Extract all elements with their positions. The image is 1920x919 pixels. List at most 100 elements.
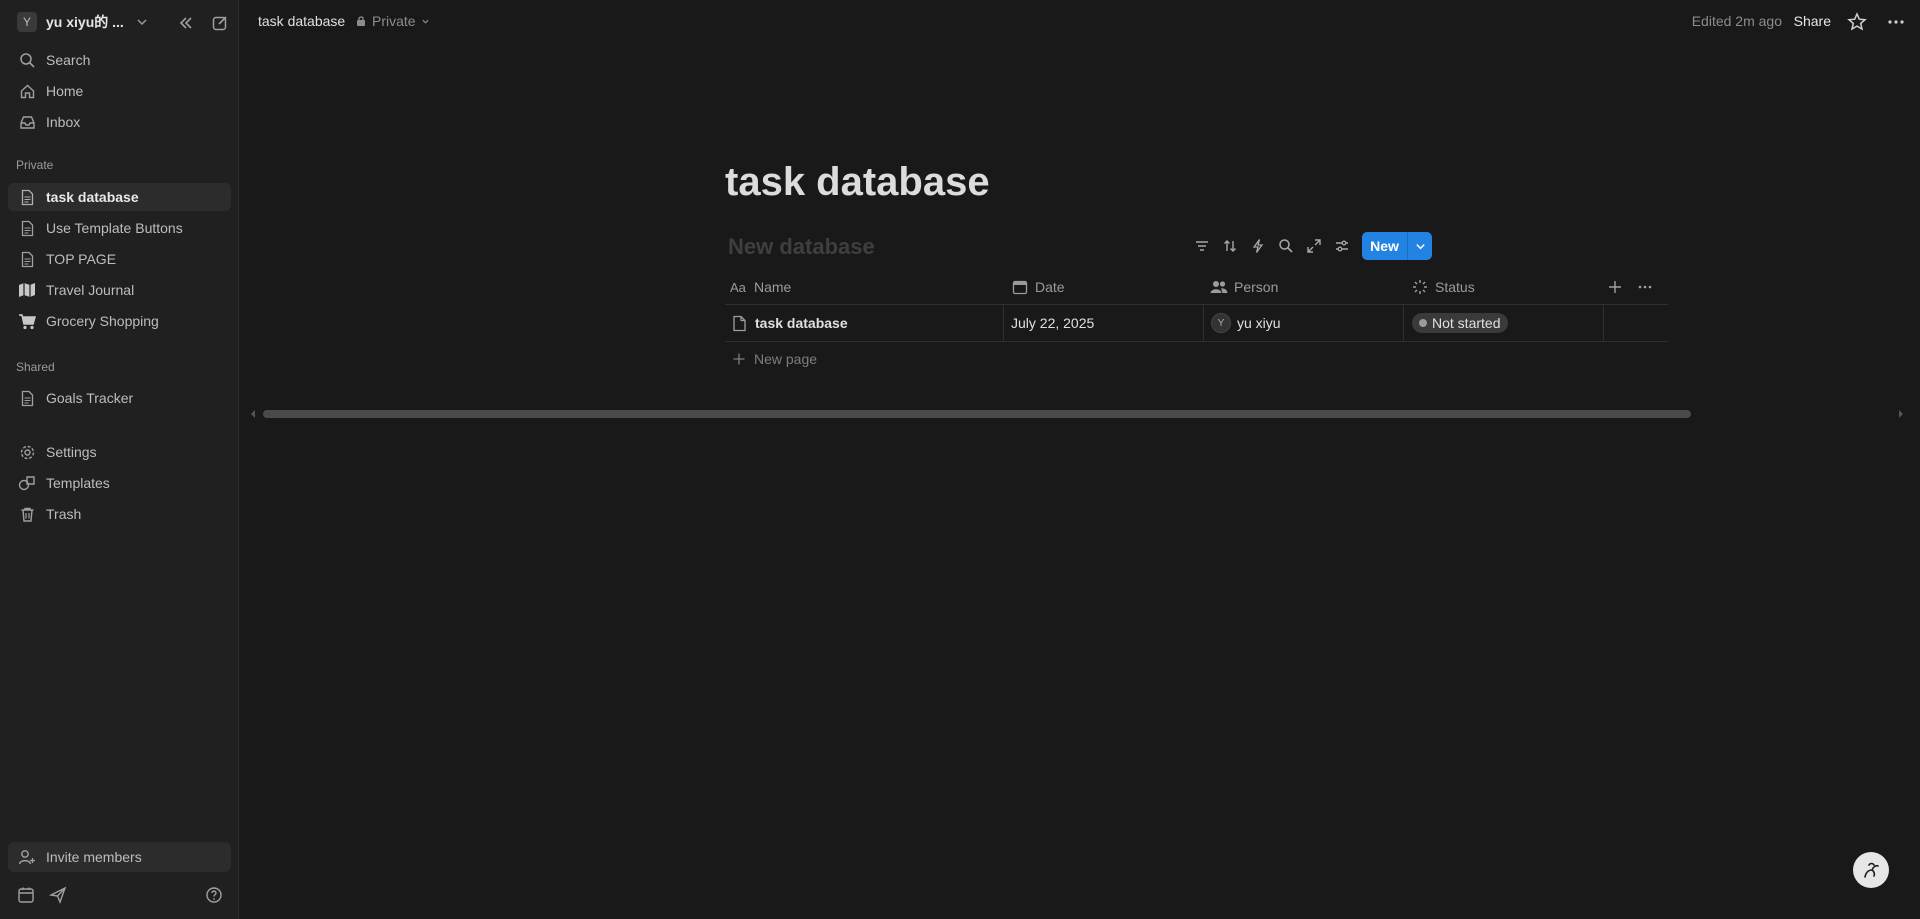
share-button[interactable]: Share [1794, 13, 1831, 29]
help-assistant-button[interactable] [1853, 852, 1889, 888]
svg-text:Aa: Aa [730, 280, 747, 294]
column-header-label: Name [754, 279, 792, 295]
new-record-button[interactable]: New [1362, 232, 1432, 260]
page-icon [17, 388, 37, 408]
inbox-icon [17, 112, 37, 132]
sidebar-item-label: task database [46, 189, 139, 205]
column-header-label: Person [1234, 279, 1279, 295]
status-icon [1411, 278, 1429, 296]
horizontal-scrollbar[interactable] [263, 410, 1691, 418]
search-icon[interactable] [1275, 235, 1297, 257]
topbar: task database Private Edited 2m ago Shar… [240, 0, 1920, 44]
invite-members-label: Invite members [46, 849, 142, 865]
sidebar-item-label: TOP PAGE [46, 251, 117, 267]
workspace-switcher[interactable]: Y yu xiyu的 ... [8, 10, 231, 34]
add-property-icon[interactable] [1608, 277, 1622, 297]
column-header-date[interactable]: Date [1011, 277, 1065, 297]
new-page-button[interactable]: New page [733, 351, 817, 367]
table-row-date[interactable]: July 22, 2025 [1011, 313, 1094, 333]
automation-icon[interactable] [1247, 235, 1269, 257]
sidebar-item-home[interactable]: Home [8, 77, 231, 105]
sidebar-item-search[interactable]: Search [8, 46, 231, 74]
home-icon [17, 81, 37, 101]
sidebar-item-settings[interactable]: Settings [8, 438, 231, 466]
collapse-sidebar-icon[interactable] [175, 12, 197, 34]
page-icon [732, 315, 747, 332]
status-dot [1419, 319, 1427, 327]
table-divider [1203, 304, 1204, 341]
table-divider [1603, 304, 1604, 341]
table-divider [1003, 304, 1004, 341]
invite-members-button[interactable]: Invite members [8, 842, 231, 872]
status-label: Not started [1432, 315, 1501, 331]
sidebar-item-label: Search [46, 52, 91, 68]
help-icon[interactable] [203, 884, 225, 906]
trash-icon [17, 504, 37, 524]
chevron-down-icon [421, 19, 429, 24]
new-button-label: New [1370, 238, 1399, 254]
chevron-down-icon[interactable] [1408, 241, 1432, 252]
column-header-name[interactable]: Aa Name [730, 277, 791, 297]
table-row-person[interactable]: Y yu xiyu [1211, 313, 1281, 333]
sidebar-item-label: Goals Tracker [46, 390, 134, 406]
table-divider [725, 304, 1668, 305]
expand-icon[interactable] [1303, 235, 1325, 257]
breadcrumb[interactable]: task database [258, 13, 345, 29]
sidebar-item-label: Grocery Shopping [46, 313, 159, 329]
sidebar-item-travel-journal[interactable]: Travel Journal [8, 276, 231, 304]
people-icon [1210, 278, 1228, 296]
table-row-name[interactable]: task database [732, 313, 848, 333]
cart-icon [17, 311, 37, 331]
new-page-icon[interactable] [209, 12, 231, 34]
column-header-label: Date [1035, 279, 1065, 295]
page-icon [17, 218, 37, 238]
more-options-icon[interactable] [1886, 12, 1906, 32]
calendar-icon [1011, 278, 1029, 296]
column-header-person[interactable]: Person [1210, 277, 1278, 297]
privacy-label: Private [372, 13, 416, 29]
database-title[interactable]: New database [728, 234, 875, 260]
table-divider [725, 341, 1668, 342]
sidebar-item-task-database[interactable]: task database [8, 183, 231, 211]
column-header-label: Status [1435, 279, 1475, 295]
map-icon [17, 280, 37, 300]
more-options-icon[interactable] [1637, 277, 1653, 297]
sidebar-item-grocery-shopping[interactable]: Grocery Shopping [8, 307, 231, 335]
new-page-label: New page [754, 351, 818, 367]
sidebar-item-label: Home [46, 83, 84, 99]
sidebar-item-goals-tracker[interactable]: Goals Tracker [8, 384, 231, 412]
sidebar-item-inbox[interactable]: Inbox [8, 108, 231, 136]
person-name: yu xiyu [1237, 315, 1281, 331]
column-header-status[interactable]: Status [1411, 277, 1475, 297]
settings-sliders-icon[interactable] [1331, 235, 1353, 257]
lock-icon [357, 16, 365, 26]
page-title[interactable]: task database [725, 160, 990, 205]
calendar-icon[interactable] [15, 884, 37, 906]
table-divider [1403, 304, 1404, 341]
status-badge: Not started [1412, 313, 1509, 333]
privacy-selector[interactable]: Private [355, 13, 430, 29]
sidebar-item-top-page[interactable]: TOP PAGE [8, 245, 231, 273]
scroll-left-arrow[interactable] [249, 409, 257, 419]
section-label-shared: Shared [16, 360, 55, 374]
chevron-down-icon [136, 16, 148, 28]
sidebar-item-trash[interactable]: Trash [8, 500, 231, 528]
sort-icon[interactable] [1219, 235, 1241, 257]
workspace-name: yu xiyu的 ... [46, 14, 124, 30]
star-icon[interactable] [1847, 12, 1867, 32]
sidebar-item-templates[interactable]: Templates [8, 469, 231, 497]
text-type-icon: Aa [730, 278, 748, 296]
scroll-right-arrow[interactable] [1897, 409, 1905, 419]
filter-icon[interactable] [1191, 235, 1213, 257]
sidebar: Y yu xiyu的 ... Search Home Inbox Private… [0, 0, 239, 919]
sidebar-item-label: Templates [46, 475, 110, 491]
send-icon[interactable] [47, 884, 69, 906]
page-icon [17, 187, 37, 207]
sidebar-item-label: Inbox [46, 114, 81, 130]
gear-icon [17, 442, 37, 462]
sidebar-item-label: Travel Journal [46, 282, 135, 298]
sidebar-item-use-template-buttons[interactable]: Use Template Buttons [8, 214, 231, 242]
table-row-status[interactable]: Not started [1412, 313, 1509, 333]
edited-timestamp: Edited 2m ago [1691, 13, 1782, 29]
page-icon [17, 249, 37, 269]
